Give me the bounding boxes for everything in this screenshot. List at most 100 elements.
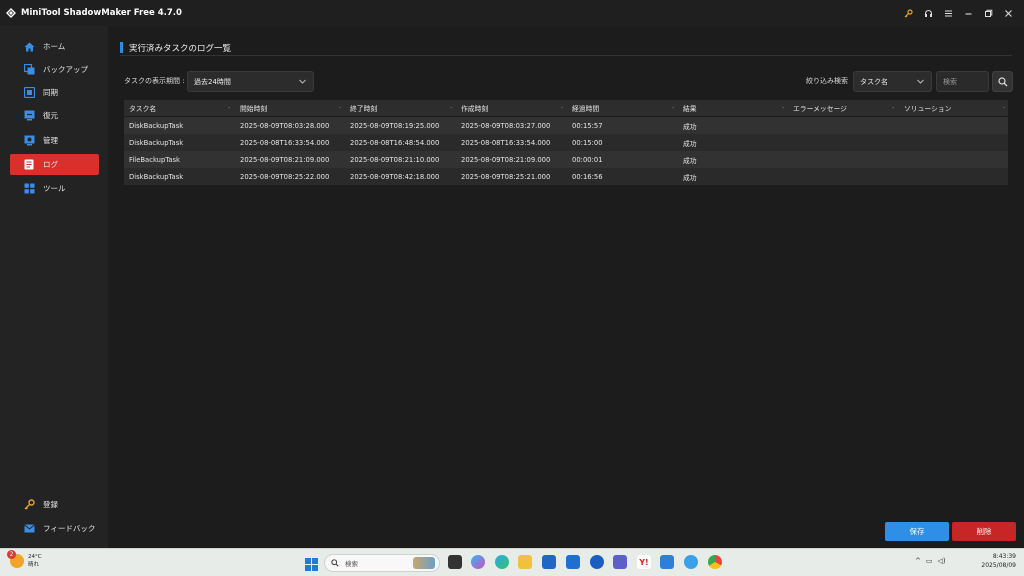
column-sort-handle[interactable]: · [672,100,674,116]
shadowmaker-taskbar-icon[interactable] [660,555,674,569]
menu-icon[interactable] [938,0,958,26]
log-table: タスク名 · 開始時刻 · 終了時刻 · 作成時刻 · 経過時間 · 結果 · … [124,100,1008,186]
headset-icon[interactable] [918,0,938,26]
weather-temp: 24°C [28,554,42,560]
column-sort-handle[interactable]: · [1003,100,1005,116]
cell-start-time: 2025-08-09T08:21:09.000 [240,155,330,164]
task-view-icon[interactable] [448,555,462,569]
filter-select[interactable]: タスク名 [853,71,932,92]
column-sort-handle[interactable]: · [892,100,894,116]
clock-date: 2025/08/09 [981,562,1016,569]
sidebar-item-label: ログ [43,160,58,169]
period-label: タスクの表示期間 : [124,77,185,85]
taskbar-search-label: 検索 [345,560,358,568]
sidebar-item-restore[interactable]: 復元 [10,105,99,126]
taskbar: 2 24°C 晴れ 検索 Y! ^ ▭ ◁) 8:43:39 2025/08/0… [0,548,1024,576]
system-tray: ^ ▭ ◁) [915,557,946,565]
teams-icon[interactable] [613,555,627,569]
file-explorer-icon[interactable] [518,555,532,569]
search-button[interactable] [992,71,1013,92]
column-sort-handle[interactable]: · [339,100,341,116]
app-title: MiniTool ShadowMaker Free 4.7.0 [21,8,182,18]
period-value: 過去24時間 [194,77,231,86]
app-window: MiniTool ShadowMaker Free 4.7.0 ホーム バックア… [0,0,1024,548]
sidebar-item-label: 登録 [43,500,58,509]
sidebar-item-home[interactable]: ホーム [10,36,99,57]
cell-end-time: 2025-08-09T08:42:18.000 [350,172,440,181]
notification-badge: 2 [7,550,16,559]
sidebar-item-label: ツール [43,184,66,193]
table-header: タスク名 · 開始時刻 · 終了時刻 · 作成時刻 · 経過時間 · 結果 · … [124,100,1008,116]
title-bar: MiniTool ShadowMaker Free 4.7.0 [0,0,1024,26]
app-icon[interactable] [590,555,604,569]
chevron-up-icon[interactable]: ^ [915,557,921,565]
chrome-icon[interactable] [708,555,722,569]
sidebar-item-label: バックアップ [43,65,88,74]
app-icon[interactable] [684,555,698,569]
column-header[interactable]: エラーメッセージ [793,100,847,116]
volume-icon[interactable]: ◁) [938,557,946,565]
save-button[interactable]: 保存 [885,522,949,541]
column-sort-handle[interactable]: · [561,100,563,116]
table-row[interactable]: FileBackupTask 2025-08-09T08:21:09.000 2… [124,151,1008,168]
network-icon[interactable]: ▭ [926,557,933,565]
table-row[interactable]: DiskBackupTask 2025-08-09T08:25:22.000 2… [124,168,1008,185]
backup-icon [21,64,37,76]
cell-result: 成功 [683,156,697,165]
sidebar-item-log[interactable]: ログ [10,154,99,175]
sidebar-item-label: 管理 [43,136,58,145]
weather-widget[interactable]: 2 24°C 晴れ [7,550,42,569]
sync-icon [21,87,37,99]
filter-value: タスク名 [860,77,888,86]
outlook-icon[interactable] [566,555,580,569]
sidebar-item-manage[interactable]: 管理 [10,130,99,151]
column-header[interactable]: ソリューション [904,100,951,116]
copilot-icon[interactable] [471,555,485,569]
column-header[interactable]: 結果 [683,100,697,116]
divider [120,55,1012,56]
key-icon[interactable] [898,0,918,26]
cell-task-name: DiskBackupTask [129,121,184,130]
cell-start-time: 2025-08-08T16:33:54.000 [240,138,330,147]
minimize-icon[interactable] [958,0,978,26]
store-icon[interactable] [542,555,556,569]
cell-result: 成功 [683,173,697,182]
search-input[interactable] [936,71,989,92]
column-sort-handle[interactable]: · [450,100,452,116]
search-icon [331,559,339,567]
cell-end-time: 2025-08-09T08:21:10.000 [350,155,440,164]
log-icon [21,159,37,171]
sidebar-item-sync[interactable]: 同期 [10,82,99,103]
sidebar-item-label: フィードバック [43,524,96,533]
cell-elapsed: 00:16:56 [572,172,603,181]
clock[interactable]: 8:43:39 2025/08/09 [981,552,1016,570]
column-header[interactable]: 開始時刻 [240,100,267,116]
column-header[interactable]: タスク名 [129,100,156,116]
restore-icon[interactable] [978,0,998,26]
edge-icon[interactable] [495,555,509,569]
delete-button[interactable]: 削除 [952,522,1016,541]
yahoo-icon[interactable]: Y! [637,555,651,569]
cell-created-time: 2025-08-09T08:21:09.000 [461,155,551,164]
taskbar-search[interactable]: 検索 [324,554,440,572]
column-header[interactable]: 経過時間 [572,100,599,116]
sidebar-item-tools[interactable]: ツール [10,178,99,199]
period-select[interactable]: 過去24時間 [187,71,314,92]
column-header[interactable]: 作成時刻 [461,100,488,116]
sidebar-item-feedback[interactable]: フィードバック [10,518,99,539]
column-sort-handle[interactable]: · [782,100,784,116]
home-icon [21,41,37,53]
tools-icon [21,183,37,195]
sidebar-item-backup[interactable]: バックアップ [10,59,99,80]
cell-start-time: 2025-08-09T08:25:22.000 [240,172,330,181]
table-row[interactable]: DiskBackupTask 2025-08-08T16:33:54.000 2… [124,134,1008,151]
windows-start-icon[interactable] [305,556,318,571]
close-icon[interactable] [998,0,1018,26]
column-sort-handle[interactable]: · [228,100,230,116]
table-row[interactable]: DiskBackupTask 2025-08-09T08:03:28.000 2… [124,117,1008,134]
sidebar-item-register[interactable]: 登録 [10,494,99,515]
sidebar-item-label: 同期 [43,88,58,97]
column-header[interactable]: 終了時刻 [350,100,377,116]
weather-desc: 晴れ [28,562,40,568]
cell-start-time: 2025-08-09T08:03:28.000 [240,121,330,130]
